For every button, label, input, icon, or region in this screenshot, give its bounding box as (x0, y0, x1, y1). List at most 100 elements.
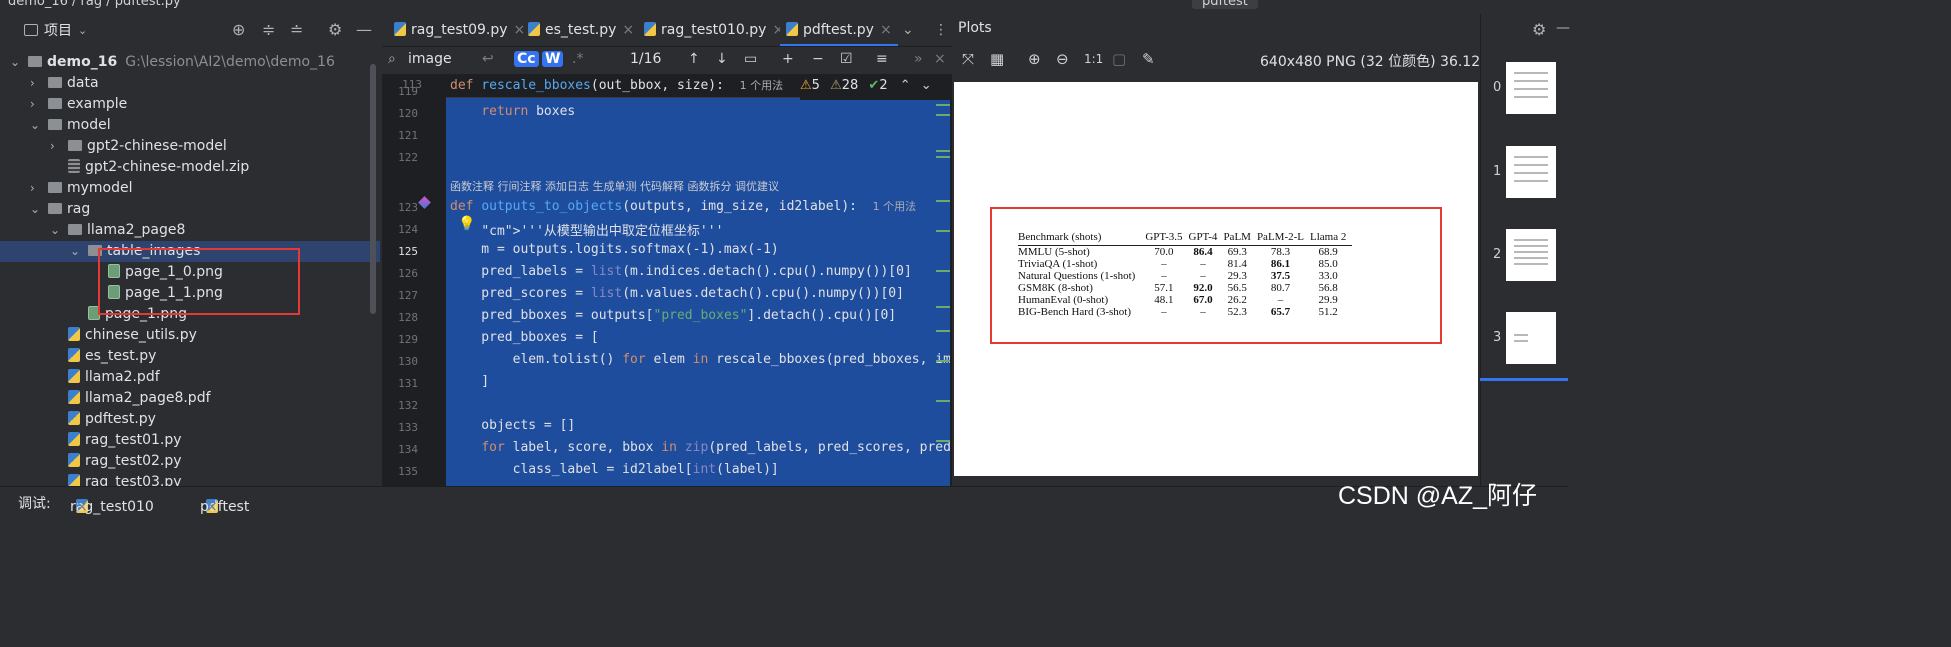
ai-codelens[interactable]: 函数注释 行间注释 添加日志 生成单测 代码解释 函数拆分 调优建议 (450, 178, 779, 194)
match-case-toggle[interactable]: Cc (514, 51, 539, 67)
zoom-in-icon[interactable]: ⊕ (1028, 50, 1041, 68)
project-title[interactable]: 项目 (44, 20, 72, 40)
color-picker-icon[interactable]: ✎ (1142, 50, 1155, 68)
inspection-widget[interactable]: ⚠5 ⚠28 ✔2 ⌃ ⌄ (800, 78, 950, 100)
thumbnail[interactable] (1506, 62, 1556, 114)
run-config-selector[interactable]: pdftest (1192, 0, 1258, 9)
more-search-icon[interactable]: » (914, 51, 923, 67)
tree-item[interactable]: ⌄ rag (0, 199, 380, 220)
expand-all-icon[interactable]: ≑ (262, 20, 275, 39)
remove-occurrence-icon[interactable]: − (812, 51, 824, 67)
watermark: CSDN @AZ_阿仔 (1338, 482, 1538, 510)
python-file-icon (528, 22, 540, 36)
tab-es-test[interactable]: es_test.py × (522, 14, 634, 46)
collapse-all-icon[interactable]: ≐ (290, 20, 303, 39)
replace-toggle-icon[interactable]: ↩ (482, 51, 494, 67)
locate-icon[interactable]: ⊕ (232, 20, 245, 39)
tree-item-label: data (67, 75, 99, 91)
tab-rag-test010[interactable]: rag_test010.py × (638, 14, 784, 46)
breadcrumb: demo_16 / rag / pdftest.py (8, 0, 181, 9)
tree-item[interactable]: › example (0, 94, 380, 115)
tree-item[interactable]: pdftest.py (0, 409, 380, 430)
tree-item-label: llama2_page8 (87, 222, 186, 238)
tree-item[interactable]: llama2.pdf (0, 367, 380, 388)
chevron-right-icon[interactable]: › (30, 73, 42, 94)
tree-item-label: rag (67, 201, 91, 217)
zoom-out-icon[interactable]: ⊖ (1056, 50, 1069, 68)
tree-item[interactable]: rag_test01.py (0, 430, 380, 451)
add-occurrence-icon[interactable]: + (782, 51, 794, 67)
regex-toggle[interactable]: .* (572, 51, 583, 67)
code-editor[interactable]: ) return boxesdef outputs_to_objects(out… (446, 74, 950, 486)
pdf-file-icon (68, 390, 80, 404)
thumbnail[interactable] (1506, 146, 1556, 198)
tree-item[interactable]: llama2_page8.pdf (0, 388, 380, 409)
chevron-up-icon[interactable]: ⌃ (900, 78, 911, 93)
fit-screen-icon[interactable]: ▢ (1112, 50, 1126, 68)
code-line: pred_scores = list(m.values.detach().cpu… (450, 286, 904, 301)
next-match-icon[interactable]: ↓ (716, 51, 728, 67)
chevron-down-icon[interactable]: ⌄ (50, 220, 62, 241)
tree-item[interactable]: chinese_utils.py (0, 325, 380, 346)
chevron-down-icon[interactable]: ⌄ (30, 115, 42, 136)
tree-item[interactable]: ⌄ model (0, 115, 380, 136)
fit-icon[interactable]: ⤧ (962, 50, 974, 68)
thumbnail[interactable] (1506, 229, 1556, 281)
close-icon[interactable]: × (622, 22, 634, 38)
line-number: 120 (398, 107, 418, 120)
chevron-down-icon[interactable]: ⌄ (10, 52, 22, 73)
code-line: return boxes (481, 104, 576, 119)
chevron-right-icon[interactable]: › (30, 94, 42, 115)
tree-item-label: gpt2-chinese-model.zip (85, 159, 250, 175)
more-options-icon[interactable]: ⋮ (934, 14, 948, 46)
tree-item[interactable]: › data (0, 73, 380, 94)
close-icon[interactable]: × (76, 499, 88, 515)
hide-icon[interactable]: — (356, 20, 372, 39)
previous-match-icon[interactable]: ↑ (688, 51, 700, 67)
python-file-icon (786, 22, 798, 36)
chevron-right-icon[interactable]: › (30, 178, 42, 199)
select-all-occurrences-icon[interactable]: ▭ (744, 51, 757, 67)
search-input[interactable]: image (408, 51, 452, 67)
gear-icon[interactable]: ⚙ (1532, 20, 1546, 39)
close-icon[interactable]: × (206, 499, 218, 515)
lightbulb-icon[interactable]: 💡 (458, 216, 475, 232)
project-header: 项目 ⌄ (0, 14, 380, 46)
check-icon: ✔ (868, 78, 880, 93)
tree-item[interactable]: › mymodel (0, 178, 380, 199)
filter-icon[interactable]: ≡ (876, 51, 888, 67)
search-icon[interactable]: ⌕ (388, 51, 396, 67)
py-file-icon (68, 327, 80, 341)
thumbnail[interactable] (1506, 312, 1556, 364)
actual-size-button[interactable]: 1:1 (1084, 52, 1103, 66)
whole-word-toggle[interactable]: W (542, 51, 564, 67)
hide-icon[interactable]: — (1556, 20, 1570, 36)
tree-item[interactable]: ⌄ demo_16 G:\lession\AI2\demo\demo_16 (0, 52, 380, 73)
chevron-down-icon[interactable]: ⌄ (78, 24, 87, 37)
tab-pdftest[interactable]: pdftest.py × (780, 14, 898, 46)
folder-icon (68, 224, 82, 235)
tree-item[interactable]: es_test.py (0, 346, 380, 367)
tree-item-label: llama2_page8.pdf (85, 390, 211, 406)
pdf-file-icon (68, 369, 80, 383)
ai-assistant-icon[interactable] (418, 196, 431, 209)
toggle-occurrence-icon[interactable]: ☑ (840, 51, 853, 67)
error-stripe[interactable] (934, 100, 952, 486)
grid-icon[interactable]: ▦ (990, 50, 1004, 68)
close-icon[interactable]: × (934, 51, 946, 67)
weak-warning-count: 28 (841, 78, 859, 93)
chevron-right-icon[interactable]: › (50, 136, 62, 157)
gear-icon[interactable]: ⚙ (328, 20, 342, 39)
tree-item[interactable]: ⌄ llama2_page8 (0, 220, 380, 241)
tab-rag-test09[interactable]: rag_test09.py × (388, 14, 525, 46)
chevron-down-icon[interactable]: ⌄ (921, 78, 932, 93)
tree-item[interactable]: › gpt2-chinese-model (0, 136, 380, 157)
chevron-down-icon[interactable]: ⌄ (70, 241, 82, 262)
tab-list-chevron-icon[interactable]: ⌄ (902, 14, 914, 46)
chevron-down-icon[interactable]: ⌄ (30, 199, 42, 220)
tree-item[interactable]: gpt2-chinese-model.zip (0, 157, 380, 178)
tree-item[interactable]: rag_test02.py (0, 451, 380, 472)
line-number: 125 (398, 245, 418, 258)
close-icon[interactable]: × (880, 22, 892, 38)
project-scrollbar[interactable] (370, 64, 376, 314)
